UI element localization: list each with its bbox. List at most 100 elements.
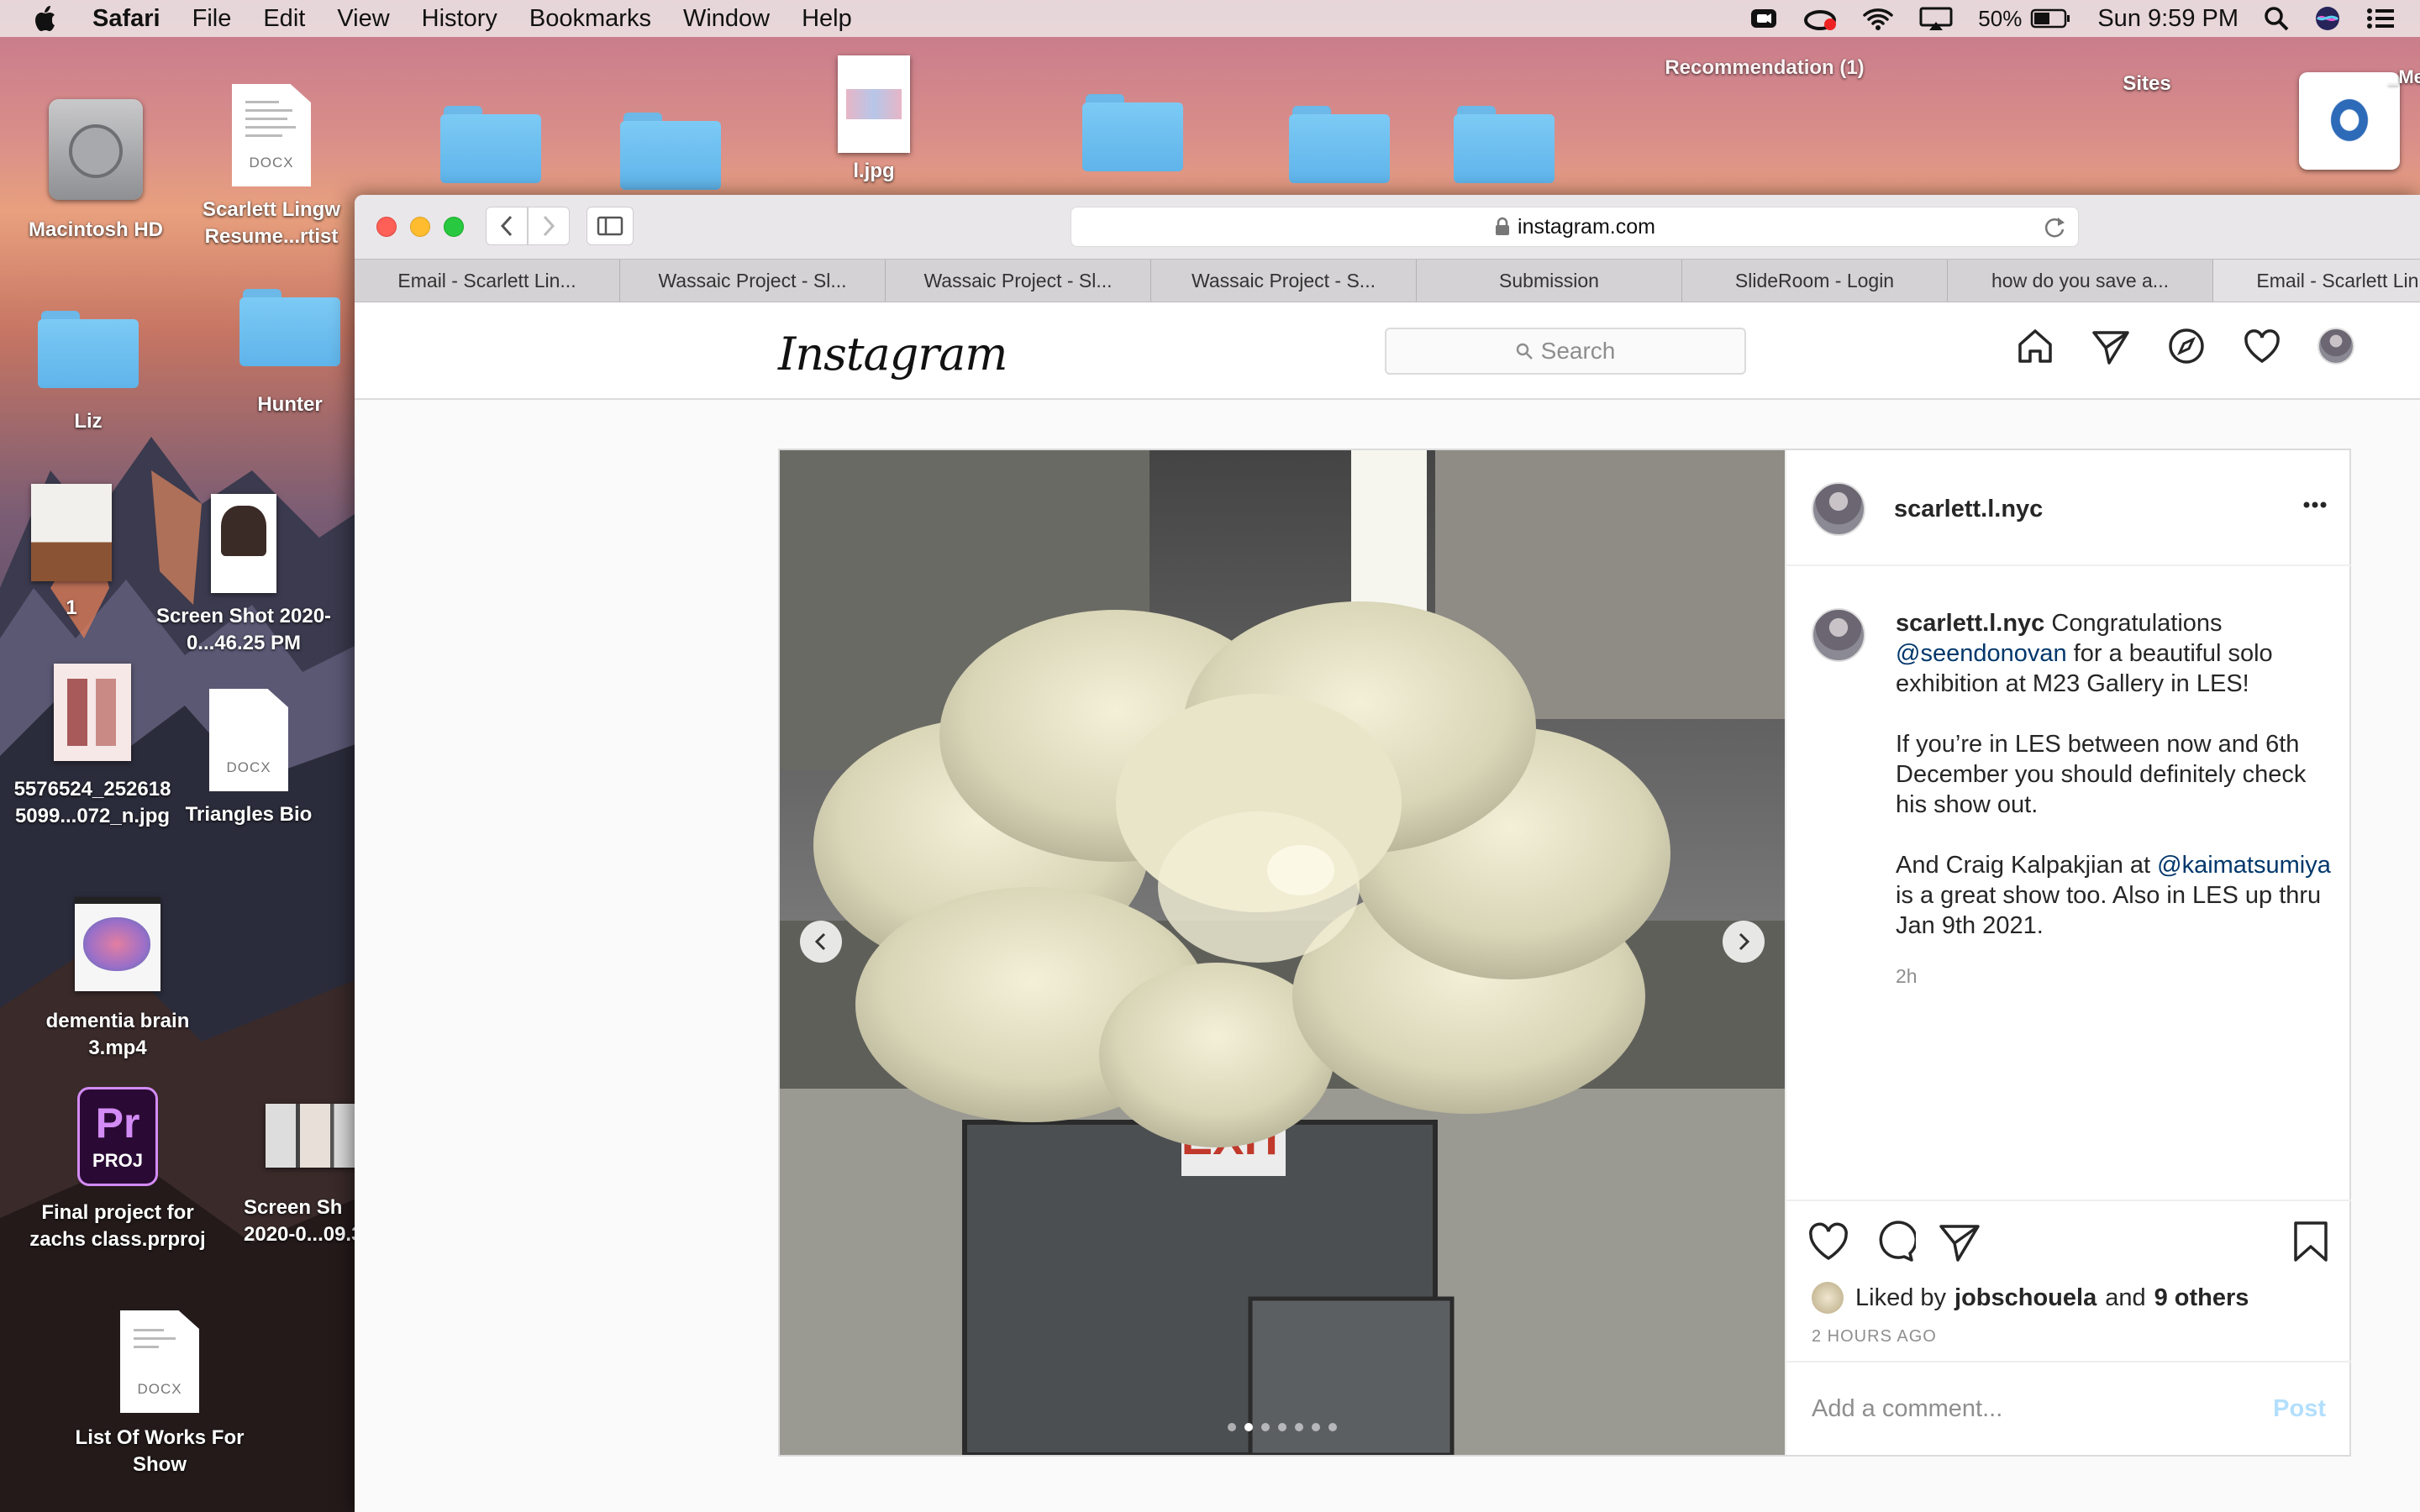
reload-icon[interactable] bbox=[2043, 216, 2066, 245]
tab-email-1[interactable]: Email - Scarlett Lin... bbox=[355, 260, 620, 302]
chevron-right-icon bbox=[543, 215, 555, 237]
desktop-icon-dementia[interactable]: dementia brain 3.mp4 bbox=[25, 897, 210, 1062]
desktop-icon-label: Triangles Bio bbox=[185, 803, 313, 826]
close-window-button[interactable] bbox=[376, 217, 397, 237]
caption-avatar[interactable] bbox=[1812, 608, 1865, 662]
search-icon bbox=[1516, 343, 1533, 360]
mention-link[interactable]: @seendonovan bbox=[1896, 640, 2067, 667]
folder-icon[interactable] bbox=[1289, 106, 1390, 183]
menu-bookmarks[interactable]: Bookmarks bbox=[529, 5, 651, 33]
caption-text: is a great show too. Also in LES up thru… bbox=[1896, 882, 2322, 939]
battery-icon[interactable] bbox=[2030, 7, 2072, 30]
menu-view[interactable]: View bbox=[337, 5, 389, 33]
home-icon[interactable] bbox=[2015, 326, 2055, 366]
document-icon: DOCX bbox=[120, 1310, 199, 1413]
carousel-dot bbox=[1244, 1423, 1253, 1431]
back-button[interactable] bbox=[486, 207, 528, 245]
desktop-icon-macintosh-hd[interactable]: Macintosh HD bbox=[20, 99, 171, 244]
more-options-icon[interactable] bbox=[2302, 492, 2328, 522]
liker-username[interactable]: jobschouela bbox=[1954, 1284, 2096, 1312]
profile-avatar[interactable] bbox=[2317, 328, 2354, 365]
explore-icon[interactable] bbox=[2166, 326, 2207, 366]
post-photo[interactable]: EXIT bbox=[780, 450, 1785, 1455]
desktop-icon-triangles-bio[interactable]: DOCX Triangles Bio bbox=[173, 689, 324, 828]
desktop-icon-label: l.jpg bbox=[853, 160, 895, 182]
instagram-post: EXIT scarlett.l.nyc scarlett.l.nyc Congr… bbox=[778, 449, 2351, 1457]
minimize-window-button[interactable] bbox=[410, 217, 430, 237]
post-sidebar: scarlett.l.nyc scarlett.l.nyc Congratula… bbox=[1785, 450, 2351, 1455]
overlap-text: Recommendation (1) bbox=[1665, 56, 1865, 79]
folder-icon[interactable] bbox=[620, 113, 721, 190]
activity-heart-icon[interactable] bbox=[2242, 326, 2282, 366]
tab-submission[interactable]: Submission bbox=[1417, 260, 1682, 302]
menu-history[interactable]: History bbox=[422, 5, 497, 33]
share-icon[interactable] bbox=[1938, 1220, 1981, 1268]
desktop-icon-me[interactable]: _Me (1) bbox=[2279, 66, 2420, 170]
liked-others[interactable]: 9 others bbox=[2154, 1284, 2249, 1312]
forward-button[interactable] bbox=[528, 207, 570, 245]
desktop-icon-resume[interactable]: DOCX Scarlett Lingw Resume...rtist bbox=[192, 84, 351, 250]
creative-cloud-icon[interactable] bbox=[1803, 6, 1837, 31]
siri-icon[interactable] bbox=[2314, 5, 2341, 32]
carousel-dot bbox=[1328, 1423, 1337, 1431]
comment-icon[interactable] bbox=[1872, 1220, 1918, 1268]
tab-how-do-you-save[interactable]: how do you save a... bbox=[1948, 260, 2213, 302]
desktop-icon-sites[interactable]: Sites bbox=[2092, 34, 2202, 97]
address-bar[interactable]: instagram.com bbox=[1071, 207, 2079, 247]
wifi-icon[interactable] bbox=[1862, 6, 1894, 31]
video-thumbnail bbox=[75, 897, 160, 991]
liker-avatar[interactable] bbox=[1812, 1282, 1844, 1314]
desktop-icon-prproj[interactable]: Pr PROJ Final project for zachs class.pr… bbox=[17, 1087, 218, 1253]
menu-edit[interactable]: Edit bbox=[263, 5, 305, 33]
search-input[interactable]: Search bbox=[1385, 328, 1746, 375]
notification-center-icon[interactable] bbox=[2366, 7, 2395, 30]
desktop-icon-screenshot[interactable]: Screen Shot 2020-0...46.25 PM bbox=[143, 494, 345, 657]
next-photo-button[interactable] bbox=[1723, 921, 1765, 963]
folder-icon[interactable] bbox=[1082, 94, 1183, 171]
tab-slideroom[interactable]: SlideRoom - Login bbox=[1682, 260, 1948, 302]
menu-file[interactable]: File bbox=[192, 5, 232, 33]
lock-icon bbox=[1496, 217, 1510, 235]
overlapping-desktop-labels: Recommendation (1) bbox=[1546, 57, 1983, 79]
tab-wassaic-2[interactable]: Wassaic Project - Sl... bbox=[886, 260, 1151, 302]
comment-input[interactable]: Add a comment... bbox=[1812, 1395, 2002, 1423]
spotlight-search-icon[interactable] bbox=[2264, 6, 2289, 31]
airplay-icon[interactable] bbox=[1919, 6, 1953, 31]
desktop-icon-1[interactable]: 1 bbox=[17, 484, 126, 622]
app-menu-safari[interactable]: Safari bbox=[92, 5, 160, 33]
folder-icon[interactable] bbox=[1454, 106, 1555, 183]
like-heart-icon[interactable] bbox=[1807, 1220, 1850, 1268]
caption-username[interactable]: scarlett.l.nyc bbox=[1896, 610, 2044, 637]
docx-badge: DOCX bbox=[226, 759, 271, 775]
zoom-window-button[interactable] bbox=[444, 217, 464, 237]
menu-help[interactable]: Help bbox=[802, 5, 852, 33]
image-thumbnail bbox=[2299, 72, 2400, 170]
desktop-icon-liz[interactable]: Liz bbox=[17, 311, 160, 435]
tab-wassaic-1[interactable]: Wassaic Project - Sl... bbox=[620, 260, 886, 302]
desktop-icon-ljpg[interactable]: l.jpg bbox=[815, 55, 933, 185]
zoom-icon[interactable] bbox=[1749, 6, 1778, 31]
desktop-icon-list-of-works[interactable]: DOCX List Of Works For Show bbox=[59, 1310, 260, 1478]
desktop-icon-jpg[interactable]: 5576524_252618 5099...072_n.jpg bbox=[0, 664, 185, 830]
author-avatar[interactable] bbox=[1812, 482, 1865, 536]
direct-message-icon[interactable] bbox=[2091, 326, 2131, 366]
carousel-indicator bbox=[780, 1423, 1785, 1431]
clock[interactable]: Sun 9:59 PM bbox=[2097, 5, 2238, 33]
post-username[interactable]: scarlett.l.nyc bbox=[1894, 496, 2043, 523]
previous-photo-button[interactable] bbox=[800, 921, 842, 963]
carousel-dot bbox=[1295, 1423, 1303, 1431]
folder-icon[interactable] bbox=[440, 106, 541, 183]
menu-window[interactable]: Window bbox=[683, 5, 770, 33]
post-timestamp[interactable]: 2 HOURS AGO bbox=[1812, 1327, 1937, 1347]
bookmark-icon[interactable] bbox=[2291, 1220, 2331, 1268]
mention-link[interactable]: @kaimatsumiya bbox=[2157, 852, 2331, 879]
caption-text: Congratulations bbox=[2051, 610, 2223, 637]
tab-wassaic-3[interactable]: Wassaic Project - S... bbox=[1151, 260, 1417, 302]
tab-email-2[interactable]: Email - Scarlett Lin... bbox=[2213, 260, 2420, 302]
instagram-logo[interactable]: Instagram bbox=[778, 328, 1007, 381]
desktop-icon-hunter[interactable]: Hunter bbox=[218, 289, 361, 418]
sidebar-toggle-button[interactable] bbox=[587, 207, 634, 245]
apple-menu-icon[interactable] bbox=[34, 5, 59, 32]
caption-age[interactable]: 2h bbox=[1896, 961, 2333, 991]
post-comment-button[interactable]: Post bbox=[2273, 1395, 2326, 1423]
